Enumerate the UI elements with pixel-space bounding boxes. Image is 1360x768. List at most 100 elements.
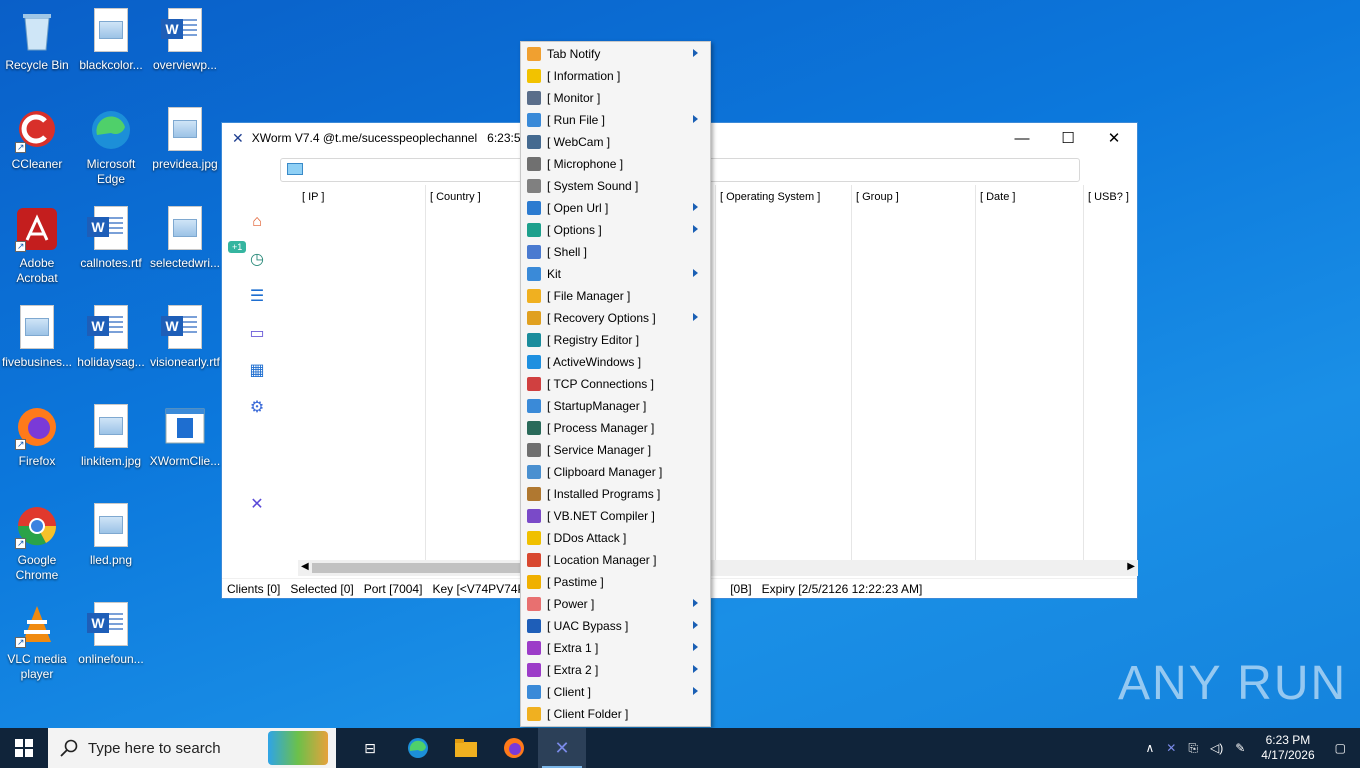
menu-item-22[interactable]: [ DDos Attack ] bbox=[521, 527, 710, 549]
submenu-arrow-icon bbox=[693, 49, 698, 57]
chevron-up-icon[interactable]: ∧ bbox=[1146, 741, 1155, 755]
xworm-logo-icon[interactable]: ✕ bbox=[242, 485, 272, 522]
clock[interactable]: 6:23 PM 4/17/2026 bbox=[1261, 733, 1314, 763]
menu-item-12[interactable]: [ Recovery Options ] bbox=[521, 307, 710, 329]
menu-item-20[interactable]: [ Installed Programs ] bbox=[521, 483, 710, 505]
desktop-icon-xwormclient[interactable]: XWormClie... bbox=[148, 404, 222, 469]
menu-item-9[interactable]: [ Shell ] bbox=[521, 241, 710, 263]
menu-item-13[interactable]: [ Registry Editor ] bbox=[521, 329, 710, 351]
dashboard-icon[interactable]: ▦ bbox=[242, 351, 272, 388]
menu-item-27[interactable]: [ Extra 1 ] bbox=[521, 637, 710, 659]
menu-item-6[interactable]: [ System Sound ] bbox=[521, 175, 710, 197]
location-icon bbox=[527, 553, 541, 567]
desktop-icon-selectedwri[interactable]: selectedwri... bbox=[148, 206, 222, 271]
menu-item-24[interactable]: [ Pastime ] bbox=[521, 571, 710, 593]
file-explorer-icon[interactable] bbox=[442, 728, 490, 768]
menu-item-2[interactable]: [ Monitor ] bbox=[521, 87, 710, 109]
ccleaner-icon bbox=[15, 107, 59, 155]
column-header-date[interactable]: [ Date ] bbox=[976, 185, 1084, 561]
menu-item-label: [ DDos Attack ] bbox=[547, 531, 627, 545]
menu-item-25[interactable]: [ Power ] bbox=[521, 593, 710, 615]
desktop-icon-recycle-bin[interactable]: Recycle Bin bbox=[0, 8, 74, 73]
close-button[interactable]: ✕ bbox=[1091, 123, 1137, 153]
desktop-icon-vlc[interactable]: VLC media player bbox=[0, 602, 74, 682]
column-header-ip[interactable]: [ IP ] bbox=[298, 185, 426, 561]
desktop-icon-previdea[interactable]: previdea.jpg bbox=[148, 107, 222, 172]
history-icon[interactable]: ◷ bbox=[242, 240, 272, 277]
firefox-taskbar-icon[interactable] bbox=[490, 728, 538, 768]
column-header-os[interactable]: [ Operating System ] bbox=[716, 185, 852, 561]
menu-item-18[interactable]: [ Service Manager ] bbox=[521, 439, 710, 461]
xworm-tray-icon[interactable]: ✕ bbox=[1166, 741, 1176, 755]
scrollbar-thumb[interactable] bbox=[312, 563, 522, 573]
menu-item-28[interactable]: [ Extra 2 ] bbox=[521, 659, 710, 681]
scroll-left-icon[interactable]: ◀ bbox=[301, 561, 309, 572]
volume-icon[interactable]: ◁) bbox=[1210, 741, 1223, 755]
menu-item-label: [ WebCam ] bbox=[547, 135, 611, 149]
column-header-usb[interactable]: [ USB? ] bbox=[1084, 185, 1138, 561]
scroll-right-icon[interactable]: ▶ bbox=[1127, 561, 1135, 572]
network-icon[interactable]: ⎘ bbox=[1188, 741, 1198, 756]
menu-item-19[interactable]: [ Clipboard Manager ] bbox=[521, 461, 710, 483]
notification-icon[interactable]: ▢ bbox=[1335, 741, 1346, 755]
menu-item-26[interactable]: [ UAC Bypass ] bbox=[521, 615, 710, 637]
vlc-icon bbox=[15, 602, 59, 650]
desktop-icon-callnotes[interactable]: callnotes.rtf bbox=[74, 206, 148, 271]
menu-item-17[interactable]: [ Process Manager ] bbox=[521, 417, 710, 439]
menu-item-4[interactable]: [ WebCam ] bbox=[521, 131, 710, 153]
settings-icon[interactable]: ⚙ bbox=[242, 388, 272, 425]
desktop-icon-linkitem[interactable]: linkitem.jpg bbox=[74, 404, 148, 469]
horizontal-scrollbar[interactable]: ◀ ▶ bbox=[298, 560, 1138, 576]
menu-item-14[interactable]: [ ActiveWindows ] bbox=[521, 351, 710, 373]
clock-time: 6:23 PM bbox=[1265, 733, 1311, 747]
database-icon[interactable]: ☰ bbox=[242, 277, 272, 314]
desktop-icon-blackcolor[interactable]: blackcolor... bbox=[74, 8, 148, 73]
maximize-button[interactable]: ☐ bbox=[1045, 123, 1091, 153]
keyboard-icon[interactable]: ✎ bbox=[1235, 741, 1245, 755]
submenu-arrow-icon bbox=[693, 621, 698, 629]
menu-item-label: Kit bbox=[547, 267, 562, 281]
menu-item-3[interactable]: [ Run File ] bbox=[521, 109, 710, 131]
menu-item-16[interactable]: [ StartupManager ] bbox=[521, 395, 710, 417]
menu-item-label: [ Clipboard Manager ] bbox=[547, 465, 663, 479]
menu-item-1[interactable]: [ Information ] bbox=[521, 65, 710, 87]
xworm-taskbar-icon[interactable]: ✕ bbox=[538, 728, 586, 768]
minimize-button[interactable]: — bbox=[999, 123, 1045, 153]
desktop-icon-google-chrome[interactable]: Google Chrome bbox=[0, 503, 74, 583]
status-size: [0B] bbox=[730, 581, 752, 596]
desktop-icon-fivebusines[interactable]: fivebusines... bbox=[0, 305, 74, 370]
client-folder-icon bbox=[527, 707, 541, 721]
recycle-bin-icon bbox=[15, 8, 59, 54]
start-button[interactable] bbox=[0, 728, 48, 768]
desktop-icon-microsoft-edge[interactable]: Microsoft Edge bbox=[74, 107, 148, 187]
desktop-icon-label: Google Chrome bbox=[15, 553, 59, 582]
menu-item-23[interactable]: [ Location Manager ] bbox=[521, 549, 710, 571]
desktop-icon-lled[interactable]: lled.png bbox=[74, 503, 148, 568]
desktop-icon-adobe-acrobat[interactable]: Adobe Acrobat bbox=[0, 206, 74, 286]
menu-item-10[interactable]: Kit bbox=[521, 263, 710, 285]
clipboard-icon bbox=[527, 465, 541, 479]
menu-item-11[interactable]: [ File Manager ] bbox=[521, 285, 710, 307]
taskbar-search[interactable]: Type here to search bbox=[48, 728, 336, 768]
clients-table[interactable]: [ IP ] [ Country ] [ Operating System ] … bbox=[298, 185, 1138, 561]
desktop-icon-holidaysag[interactable]: holidaysag... bbox=[74, 305, 148, 370]
desktop-icon-ccleaner[interactable]: CCleaner bbox=[0, 107, 74, 172]
menu-item-5[interactable]: [ Microphone ] bbox=[521, 153, 710, 175]
menu-item-30[interactable]: [ Client Folder ] bbox=[521, 703, 710, 725]
menu-item-7[interactable]: [ Open Url ] bbox=[521, 197, 710, 219]
task-view-icon[interactable]: ⊟ bbox=[346, 728, 394, 768]
column-header-group[interactable]: [ Group ] bbox=[852, 185, 976, 561]
desktop-icon-firefox[interactable]: Firefox bbox=[0, 404, 74, 469]
menu-item-8[interactable]: [ Options ] bbox=[521, 219, 710, 241]
desktop-icon-onlinefoun[interactable]: onlinefoun... bbox=[74, 602, 148, 667]
home-icon[interactable]: ⌂ bbox=[242, 203, 272, 240]
edge-taskbar-icon[interactable] bbox=[394, 728, 442, 768]
desktop-icon-visionearly[interactable]: visionearly.rtf bbox=[148, 305, 222, 370]
monitor-nav-icon[interactable]: ▭ bbox=[242, 314, 272, 351]
menu-item-15[interactable]: [ TCP Connections ] bbox=[521, 373, 710, 395]
menu-item-21[interactable]: [ VB.NET Compiler ] bbox=[521, 505, 710, 527]
menu-item-29[interactable]: [ Client ] bbox=[521, 681, 710, 703]
menu-item-0[interactable]: Tab Notify bbox=[521, 43, 710, 65]
word-file-icon bbox=[161, 305, 207, 351]
desktop-icon-overviewp[interactable]: overviewp... bbox=[148, 8, 222, 73]
